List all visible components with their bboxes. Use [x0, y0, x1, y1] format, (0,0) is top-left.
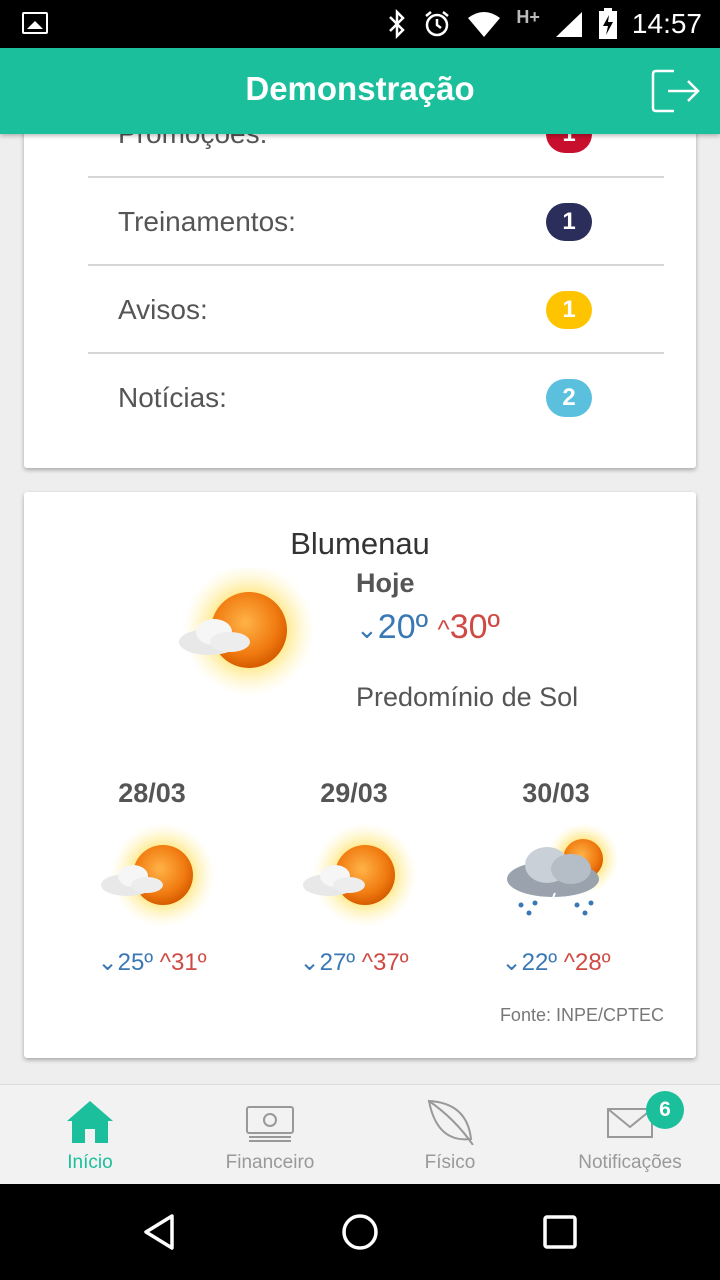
forecast-date: 29/03: [320, 778, 388, 808]
tab-label: Início: [67, 1152, 113, 1173]
today-label: Hoje: [356, 568, 415, 598]
forecast-temps: ⌄22º ^28º: [466, 948, 646, 977]
row-label: Promoções:: [118, 134, 267, 150]
system-nav-bar: [0, 1184, 720, 1280]
battery-charging-icon: [598, 8, 617, 39]
max-temp: ^28º: [563, 949, 611, 976]
image-notification-icon: [22, 12, 48, 34]
max-temp: ^37º: [361, 949, 409, 976]
chevron-up-icon: ^: [159, 949, 172, 976]
weather-description: Predomínio de Sol: [356, 682, 579, 712]
chevron-up-icon: ^: [437, 614, 450, 644]
forecast-temps: ⌄25º ^31º: [62, 948, 242, 977]
signal-icon: [555, 12, 582, 37]
chevron-down-icon: ⌄: [501, 949, 522, 976]
forecast-day: 29/03 ⌄27º ^37º: [264, 778, 444, 977]
chevron-up-icon: ^: [361, 949, 374, 976]
bottom-nav: Início Financeiro Físico 6 Notificações: [0, 1084, 720, 1184]
clock-time: 14:57: [631, 8, 702, 39]
min-temp: ⌄22º: [501, 949, 558, 976]
home-circle-icon[interactable]: [340, 1212, 380, 1252]
min-temp: ⌄25º: [97, 949, 154, 976]
list-item[interactable]: Promoções: 1: [88, 134, 664, 178]
count-badge: 2: [546, 379, 592, 417]
logout-icon[interactable]: [650, 68, 702, 114]
count-badge: 1: [546, 291, 592, 329]
summary-card: Promoções: 1 Treinamentos: 1 Avisos: 1 N…: [24, 134, 696, 468]
app-bar: Demonstração: [0, 48, 720, 134]
forecast-date: 28/03: [118, 778, 186, 808]
back-icon[interactable]: [140, 1212, 180, 1252]
row-label: Avisos:: [118, 294, 208, 325]
min-temp: ⌄20º: [356, 608, 429, 646]
rain-storm-icon: [507, 823, 619, 922]
forecast-temps: ⌄27º ^37º: [264, 948, 444, 977]
recents-icon[interactable]: [540, 1212, 580, 1252]
partly-sunny-icon: [179, 568, 315, 696]
tab-label: Físico: [424, 1152, 476, 1173]
forecast-day: 30/03 ⌄22º ^28º: [466, 778, 646, 977]
forecast-day: 28/03 ⌄25º ^31º: [62, 778, 242, 977]
weather-card: Blumenau Hoje ⌄20º ^30º Predomínio de So…: [24, 492, 696, 1058]
tab-notificacoes[interactable]: 6 Notificações: [540, 1085, 720, 1185]
tab-financeiro[interactable]: Financeiro: [180, 1085, 360, 1185]
weather-city: Blumenau: [290, 526, 430, 561]
count-badge: 1: [546, 134, 592, 153]
tab-fisico[interactable]: Físico: [360, 1085, 540, 1185]
page-title: Demonstração: [245, 70, 475, 107]
bluetooth-icon: [389, 9, 406, 39]
row-label: Treinamentos:: [118, 206, 296, 237]
network-type: H+: [516, 6, 540, 27]
status-bar: H+ 14:57: [0, 0, 720, 48]
alarm-icon: [425, 11, 450, 37]
min-temp: ⌄27º: [299, 949, 356, 976]
list-item[interactable]: Notícias: 2: [88, 354, 664, 442]
money-icon: [246, 1106, 294, 1142]
wifi-icon: [468, 12, 501, 37]
leaf-icon: [427, 1099, 474, 1145]
list-item[interactable]: Treinamentos: 1: [88, 178, 664, 266]
today-temperatures: ⌄20º ^30º: [356, 608, 500, 647]
partly-sunny-icon: [303, 823, 417, 927]
forecast-date: 30/03: [522, 778, 590, 808]
max-temp: ^30º: [437, 608, 500, 646]
row-label: Notícias:: [118, 382, 227, 413]
count-badge: 1: [546, 203, 592, 241]
tab-inicio[interactable]: Início: [0, 1085, 180, 1185]
chevron-up-icon: ^: [563, 949, 576, 976]
main-content[interactable]: Promoções: 1 Treinamentos: 1 Avisos: 1 N…: [0, 134, 720, 1084]
chevron-down-icon: ⌄: [299, 949, 320, 976]
weather-source: Fonte: INPE/CPTEC: [499, 1005, 664, 1025]
notification-badge: 6: [646, 1091, 684, 1129]
tab-label: Financeiro: [225, 1152, 315, 1173]
partly-sunny-icon: [101, 823, 215, 927]
chevron-down-icon: ⌄: [356, 614, 378, 644]
max-temp: ^31º: [159, 949, 207, 976]
tab-label: Notificações: [578, 1152, 682, 1173]
home-icon: [67, 1101, 113, 1143]
list-item[interactable]: Avisos: 1: [88, 266, 664, 354]
chevron-down-icon: ⌄: [97, 949, 118, 976]
